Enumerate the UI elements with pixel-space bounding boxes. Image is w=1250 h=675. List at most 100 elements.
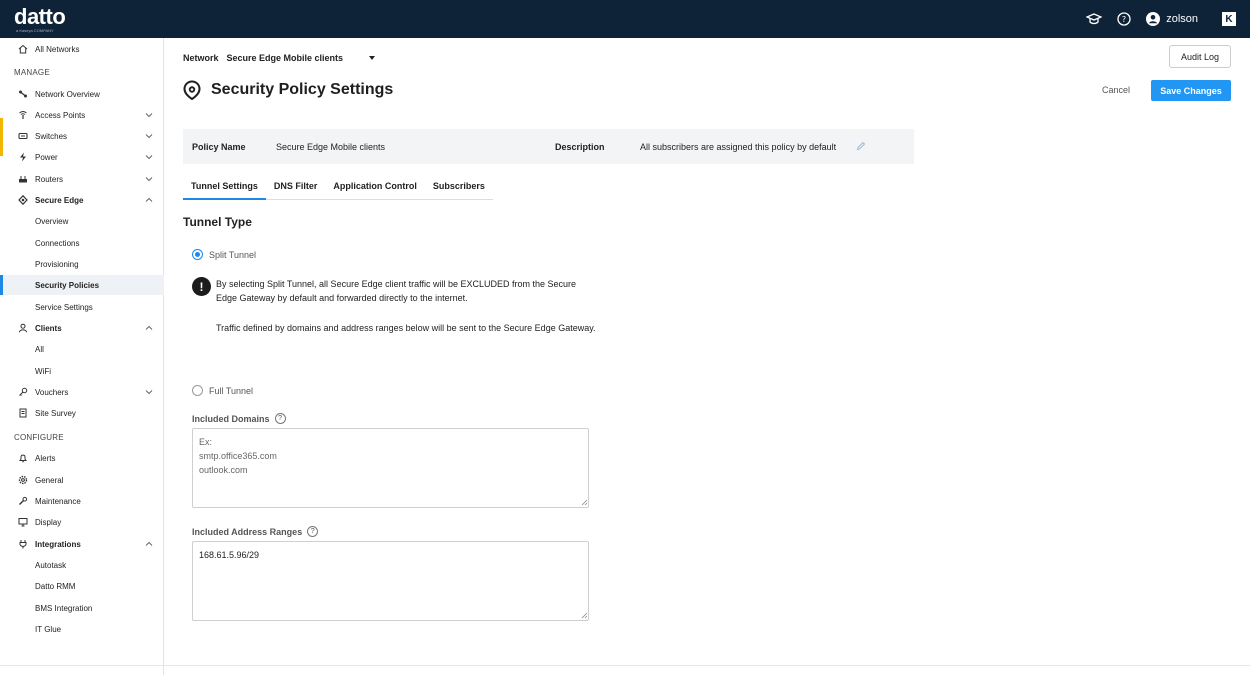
sidebar-item-autotask[interactable]: Autotask: [0, 555, 164, 575]
sidebar-item-label: Provisioning: [35, 259, 79, 269]
tunnel-type-heading: Tunnel Type: [183, 215, 252, 229]
username: zolson: [1166, 13, 1198, 25]
sidebar-item-label: Connections: [35, 238, 80, 248]
sidebar-item-routers[interactable]: Routers: [0, 169, 164, 189]
included-ranges-textarea[interactable]: 168.61.5.96/29: [192, 541, 589, 621]
sidebar-item-power[interactable]: Power: [0, 147, 164, 167]
cancel-button[interactable]: Cancel: [1102, 85, 1130, 95]
sidebar-item-all-networks[interactable]: All Networks: [0, 39, 164, 59]
sidebar-item-bms-integration[interactable]: BMS Integration: [0, 598, 164, 618]
sidebar-item-label: All Networks: [35, 44, 80, 54]
sidebar-item-display[interactable]: Display: [0, 512, 164, 532]
chevron-up-icon: [145, 325, 153, 330]
sidebar-item-label: Network Overview: [35, 89, 100, 99]
sidebar-item-label: General: [35, 475, 64, 485]
resize-grip-icon[interactable]: [581, 612, 588, 619]
page-title: Security Policy Settings: [211, 81, 394, 98]
sidebar-item-provisioning[interactable]: Provisioning: [0, 254, 164, 274]
clipboard-icon: [17, 408, 28, 419]
split-tunnel-option[interactable]: Split Tunnel: [192, 249, 256, 260]
sidebar-item-service-settings[interactable]: Service Settings: [0, 297, 164, 317]
chevron-up-icon: [145, 197, 153, 202]
notice-text-1: By selecting Split Tunnel, all Secure Ed…: [216, 279, 576, 303]
sidebar-item-connections[interactable]: Connections: [0, 233, 164, 253]
full-tunnel-option[interactable]: Full Tunnel: [192, 385, 253, 396]
full-tunnel-radio[interactable]: [192, 385, 203, 396]
sidebar-item-wifi[interactable]: WiFi: [0, 361, 164, 381]
logo-subtitle: a Kaseya COMPANY: [16, 27, 54, 33]
sidebar-item-label: Routers: [35, 174, 64, 184]
help-icon[interactable]: ?: [274, 413, 286, 424]
caret-down-icon: [369, 56, 376, 60]
secure-edge-shield-icon: [183, 80, 201, 100]
sidebar-item-label: Security Policies: [35, 280, 100, 290]
switch-icon: [17, 131, 28, 142]
gear-icon: [17, 475, 28, 486]
save-changes-button[interactable]: Save Changes: [1151, 80, 1231, 101]
sidebar-item-secure-edge[interactable]: Secure Edge: [0, 190, 164, 210]
sidebar-item-label: All: [35, 344, 44, 354]
description-value: All subscribers are assigned this policy…: [640, 141, 837, 152]
sidebar-item-label: Power: [35, 152, 58, 162]
sidebar-item-overview[interactable]: Overview: [0, 211, 164, 231]
sidebar-item-switches[interactable]: Switches: [0, 126, 164, 146]
split-tunnel-label: Split Tunnel: [209, 249, 257, 260]
topology-icon: [17, 89, 28, 100]
sidebar-item-alerts[interactable]: Alerts: [0, 448, 164, 468]
network-selector[interactable]: Network Secure Edge Mobile clients: [183, 53, 376, 63]
help-icon[interactable]: ?: [1116, 11, 1132, 27]
secure-edge-icon: [17, 195, 28, 206]
tab-application-control[interactable]: Application Control: [325, 178, 425, 200]
exclamation-icon: !: [192, 277, 211, 296]
sidebar-item-label: Alerts: [35, 453, 56, 463]
sidebar-item-datto-rmm[interactable]: Datto RMM: [0, 576, 164, 596]
main-content: Network Secure Edge Mobile clients Audit…: [165, 38, 1250, 675]
sidebar-item-all[interactable]: All: [0, 339, 164, 359]
included-ranges-label: Included Address Ranges ?: [192, 526, 319, 537]
sidebar-item-maintenance[interactable]: Maintenance: [0, 491, 164, 511]
tab-dns-filter[interactable]: DNS Filter: [266, 178, 326, 200]
sidebar-item-vouchers[interactable]: Vouchers: [0, 382, 164, 402]
footer-divider: [0, 665, 1250, 666]
tab-tunnel-settings[interactable]: Tunnel Settings: [183, 178, 266, 200]
monitor-icon: [17, 517, 28, 528]
full-tunnel-label: Full Tunnel: [209, 385, 254, 396]
resize-grip-icon[interactable]: [581, 499, 588, 506]
sidebar-item-label: Vouchers: [35, 387, 69, 397]
policy-info-bar: Policy Name Secure Edge Mobile clients D…: [183, 129, 914, 164]
audit-log-button[interactable]: Audit Log: [1169, 45, 1231, 68]
notice-text-2: Traffic defined by domains and address r…: [216, 323, 596, 333]
wrench-icon: [17, 496, 28, 507]
help-icon[interactable]: ?: [307, 526, 319, 537]
person-icon: [17, 323, 28, 334]
chevron-down-icon: [145, 134, 153, 139]
page-header: Security Policy Settings: [182, 80, 393, 100]
sidebar-item-integrations[interactable]: Integrations: [0, 534, 164, 554]
sidebar-item-site-survey[interactable]: Site Survey: [0, 403, 164, 423]
chevron-down-icon: [145, 390, 153, 395]
datto-logo[interactable]: datto a Kaseya COMPANY: [14, 3, 66, 33]
included-domains-textarea[interactable]: Ex: smtp.office365.com outlook.com: [192, 428, 589, 508]
kaseya-badge-icon[interactable]: K: [1222, 12, 1236, 26]
sidebar-item-label: Secure Edge: [35, 195, 84, 205]
sidebar-item-general[interactable]: General: [0, 470, 164, 490]
sidebar-item-access-points[interactable]: Access Points: [0, 105, 164, 125]
bell-icon: [17, 453, 28, 464]
split-tunnel-radio[interactable]: [192, 249, 203, 260]
tab-subscribers[interactable]: Subscribers: [425, 178, 493, 200]
sidebar-item-network-overview[interactable]: Network Overview: [0, 84, 164, 104]
logo-word: datto: [14, 3, 66, 29]
manage-section-label: MANAGE: [14, 68, 50, 77]
sidebar-item-it-glue[interactable]: IT Glue: [0, 619, 164, 639]
chevron-down-icon: [145, 155, 153, 160]
chevron-up-icon: [145, 541, 153, 546]
graduation-cap-icon[interactable]: [1086, 11, 1103, 27]
user-menu[interactable]: zolson: [1146, 12, 1198, 26]
included-domains-text: Included Domains: [192, 413, 270, 424]
antenna-icon: [17, 110, 28, 121]
tab-bar: Tunnel Settings DNS Filter Application C…: [183, 178, 493, 200]
sidebar-item-clients[interactable]: Clients: [0, 318, 164, 338]
sidebar-item-security-policies[interactable]: Security Policies: [0, 275, 164, 295]
pencil-edit-icon[interactable]: [856, 141, 866, 151]
sidebar-item-label: BMS Integration: [35, 603, 93, 613]
